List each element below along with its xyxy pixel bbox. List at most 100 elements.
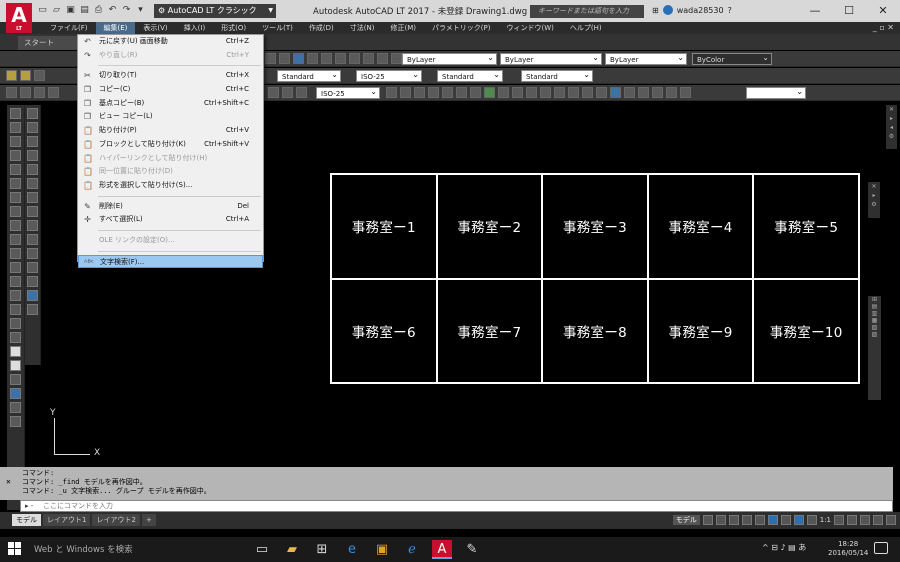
office-table[interactable]: 事務室ー1 事務室ー2 事務室ー3 事務室ー4 事務室ー5 事務室ー6 事務室ー7 事務室ー8… xyxy=(330,173,860,384)
revcloud-icon[interactable] xyxy=(10,206,21,217)
tool-icon[interactable] xyxy=(414,87,425,98)
plus-icon[interactable] xyxy=(847,515,857,525)
tool-icon[interactable] xyxy=(470,87,481,98)
table-cell[interactable]: 事務室ー8 xyxy=(542,278,648,383)
insert-block-icon[interactable] xyxy=(10,262,21,273)
tool-icon[interactable] xyxy=(279,53,290,64)
edge-icon[interactable]: e xyxy=(342,540,362,559)
edit-menu-item[interactable]: ❐ ビュー コピー(L) xyxy=(78,110,263,124)
tab-start[interactable]: スタート xyxy=(18,36,78,50)
tool-icon[interactable] xyxy=(335,53,346,64)
osnap-icon[interactable] xyxy=(767,515,778,525)
point-icon[interactable] xyxy=(10,290,21,301)
menu-item[interactable]: 作成(D) xyxy=(301,22,342,34)
tool-icon[interactable] xyxy=(386,87,397,98)
undo-icon[interactable]: ↶ xyxy=(107,5,118,16)
annotation-icon[interactable] xyxy=(793,515,804,525)
edit-menu-item[interactable]: 📋 同一位置に貼り付け(D) xyxy=(78,165,263,179)
color-combo[interactable]: ByColor xyxy=(692,53,772,65)
text-style-combo[interactable]: Standard xyxy=(277,70,341,82)
rotate-icon[interactable] xyxy=(27,192,38,203)
notification-icon[interactable] xyxy=(874,542,888,554)
tab-layout1[interactable]: レイアウト1 xyxy=(43,514,91,526)
tool-icon[interactable] xyxy=(20,87,31,98)
edit-menu-item[interactable]: 📋 ブロックとして貼り付け(K) Ctrl+Shift+V xyxy=(78,138,263,152)
gradient-icon[interactable] xyxy=(10,318,21,329)
model-space-toggle[interactable]: モデル xyxy=(672,515,700,525)
print-icon[interactable]: ⎙ xyxy=(93,5,104,16)
tool-icon[interactable] xyxy=(321,53,332,64)
tool-icon[interactable] xyxy=(307,53,318,64)
menu-item[interactable]: ヘルプ(H) xyxy=(562,22,610,34)
mleader-style-combo[interactable]: Standard xyxy=(521,70,593,82)
tool-icon[interactable] xyxy=(363,53,374,64)
properties-palette-strip[interactable]: ⊞ ▤ ▥ ▦ ▧ ▨ xyxy=(868,296,881,400)
construction-line-icon[interactable] xyxy=(10,122,21,133)
layer-icon[interactable] xyxy=(6,70,17,81)
line-icon[interactable] xyxy=(10,108,21,119)
circle-icon[interactable] xyxy=(10,192,21,203)
menu-item[interactable]: ファイル(F) xyxy=(42,22,96,34)
erase-icon[interactable] xyxy=(27,108,38,119)
tool-icon[interactable] xyxy=(554,87,565,98)
grid-icon[interactable] xyxy=(702,515,713,525)
lineweight-icon[interactable] xyxy=(780,515,791,525)
tool-icon[interactable] xyxy=(34,87,45,98)
tool-icon[interactable] xyxy=(540,87,551,98)
table-cell[interactable]: 事務室ー7 xyxy=(436,278,543,383)
misc-combo[interactable] xyxy=(746,87,806,99)
isodraft-icon[interactable] xyxy=(754,515,765,525)
menu-item[interactable]: 形式(O) xyxy=(213,22,254,34)
dim-style-combo[interactable]: ISO-25 xyxy=(356,70,422,82)
table-cell[interactable]: 事務室ー6 xyxy=(331,278,437,383)
new-icon[interactable]: ▭ xyxy=(37,5,48,16)
fillet-icon[interactable] xyxy=(27,304,38,315)
command-input[interactable]: ▸ - ここにコマンドを入力 xyxy=(20,500,893,512)
tool-palette-strip[interactable]: ✕ ▸ ◂ ⚙ xyxy=(886,105,897,149)
chamfer-icon[interactable] xyxy=(27,290,38,301)
table-cell[interactable]: 事務室ー4 xyxy=(647,174,754,279)
edit-menu-item[interactable]: ❐ 基点コピー(B) Ctrl+Shift+C xyxy=(78,97,263,111)
tool-icon[interactable] xyxy=(610,87,621,98)
edit-menu-item[interactable]: ✂ 切り取り(T) Ctrl+X xyxy=(78,69,263,83)
tool-icon[interactable] xyxy=(10,416,21,427)
store-icon[interactable]: ⊞ xyxy=(312,540,332,559)
tool-icon[interactable] xyxy=(652,87,663,98)
menu-item[interactable]: 表示(V) xyxy=(135,22,175,34)
edit-menu-item[interactable]: 📋 ハイパーリンクとして貼り付け(H) xyxy=(78,152,263,166)
edit-menu-item[interactable]: ᴬᴮᶜ 文字検索(F)... xyxy=(78,254,263,269)
tool-icon[interactable] xyxy=(6,87,17,98)
edit-menu-item[interactable]: ↶ 元に戻す(U) 画面移動 Ctrl+Z xyxy=(78,35,263,49)
tool-icon[interactable] xyxy=(666,87,677,98)
text-icon[interactable] xyxy=(10,374,21,385)
menu-item[interactable]: 編集(E) xyxy=(95,22,136,34)
table-icon[interactable] xyxy=(10,346,21,357)
tool-icon[interactable] xyxy=(582,87,593,98)
ellipse-arc-icon[interactable] xyxy=(10,248,21,259)
ime-indicator[interactable]: あ xyxy=(798,543,806,552)
palette-strip-2[interactable]: ✕ ▸ ⚙ xyxy=(868,182,880,218)
tool-icon[interactable] xyxy=(400,87,411,98)
app-logo[interactable]: A LT xyxy=(6,3,32,33)
keyword-search-input[interactable]: キーワードまたは語句を入力 xyxy=(530,5,644,18)
help-icon[interactable]: ? xyxy=(728,6,732,15)
lineweight-combo[interactable]: ByLayer xyxy=(605,53,687,65)
extend-icon[interactable] xyxy=(27,248,38,259)
trim-icon[interactable] xyxy=(27,234,38,245)
tool-icon[interactable] xyxy=(596,87,607,98)
table-cell[interactable]: 事務室ー1 xyxy=(331,174,437,279)
table-cell[interactable]: 事務室ー5 xyxy=(753,174,859,279)
workspace-selector[interactable]: ⚙ AutoCAD LT クラシック ▼ xyxy=(154,4,276,18)
open-icon[interactable]: ▱ xyxy=(51,5,62,16)
ortho-icon[interactable] xyxy=(728,515,739,525)
close-icon[interactable]: ✕ xyxy=(6,477,11,486)
ie-icon[interactable]: ℯ xyxy=(402,540,422,559)
taskbar-clock[interactable]: 18:28 2016/05/14 xyxy=(828,540,868,558)
tool-icon[interactable] xyxy=(624,87,635,98)
linetype-combo[interactable]: ByLayer xyxy=(500,53,602,65)
edit-menu-item[interactable]: 📋 形式を選択して貼り付け(S)... xyxy=(78,179,263,193)
minimize-icon[interactable]: — xyxy=(798,0,832,22)
customize-icon[interactable] xyxy=(886,515,896,525)
isolate-icon[interactable] xyxy=(860,515,870,525)
windows-start-icon[interactable] xyxy=(8,542,22,556)
